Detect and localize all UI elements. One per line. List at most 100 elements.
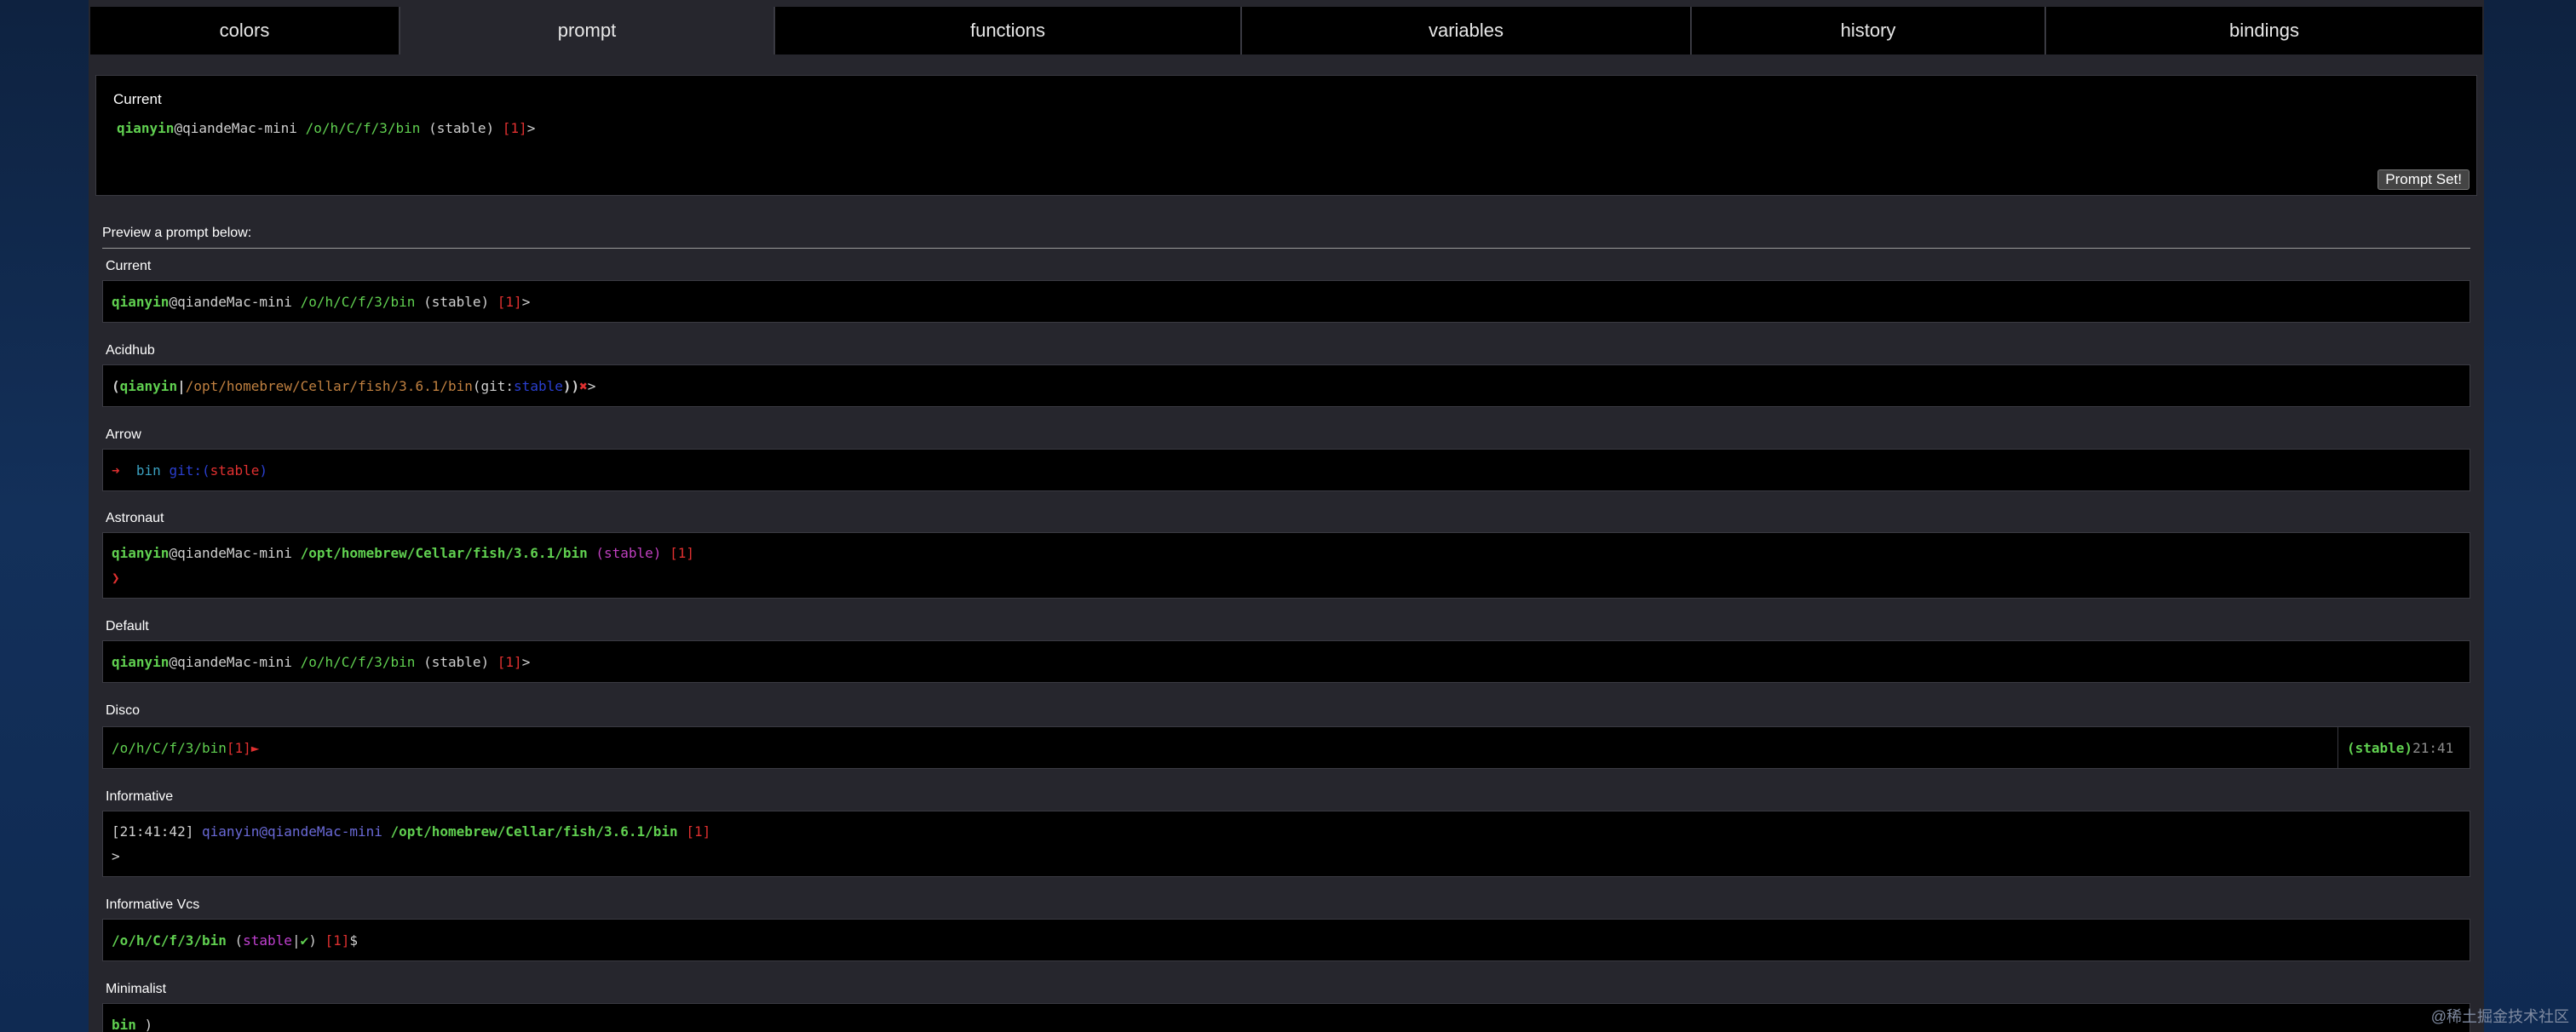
- prompt-line: bin ): [112, 1012, 2461, 1032]
- prompt-host: @qiandeMac-mini: [169, 293, 292, 310]
- prompt-line: qianyin@qiandeMac-mini /o/h/C/f/3/bin (s…: [112, 290, 2461, 314]
- prompt-user: qianyin: [117, 120, 175, 136]
- prompt-dir: bin: [135, 462, 161, 479]
- prompt-line: /o/h/C/f/3/bin (stable|✔) [1]$: [112, 928, 2461, 953]
- prompt-path: /o/h/C/f/3/bin: [300, 653, 416, 670]
- prompt-name-informative-vcs: Informative Vcs: [106, 897, 200, 912]
- prompt-line: ➜ bin git:(stable): [112, 458, 2461, 483]
- prompt-line: /o/h/C/f/3/bin[1]►: [112, 736, 2337, 760]
- prompt-char: >: [587, 377, 596, 394]
- arrow-icon: ➜: [112, 462, 120, 479]
- prompt-user: qianyin: [112, 293, 170, 310]
- prompt-status: [1]: [497, 293, 522, 310]
- prompt-name-acidhub: Acidhub: [106, 343, 155, 358]
- prompt-name-minimalist: Minimalist: [106, 982, 167, 996]
- prompt-char: >: [526, 120, 536, 136]
- prompt-status: [1]: [670, 545, 694, 561]
- prompt-char: >: [521, 653, 531, 670]
- current-prompt-title: Current: [113, 91, 162, 107]
- prompt-branch: (stable): [595, 545, 662, 561]
- prompt-open-paren: (: [112, 377, 120, 394]
- prompt-host: @qiandeMac-mini: [169, 545, 292, 561]
- prompt-close-paren: ): [308, 932, 317, 949]
- prompt-line: qianyin@qiandeMac-mini /opt/homebrew/Cel…: [112, 541, 2461, 565]
- prompt-path: /o/h/C/f/3/bin: [112, 932, 227, 949]
- prompt-git: git:(: [169, 462, 210, 479]
- prompt-preview-informative[interactable]: [21:41:42] qianyin@qiandeMac-mini /opt/h…: [102, 811, 2470, 877]
- error-icon: ✖: [579, 377, 588, 394]
- prompt-separator: |: [177, 377, 186, 394]
- prompt-line: [21:41:42] qianyin@qiandeMac-mini /opt/h…: [112, 819, 2461, 844]
- prompt-git: (git:: [472, 377, 515, 394]
- prompt-name-arrow: Arrow: [106, 427, 141, 442]
- tab-variables[interactable]: variables: [1242, 7, 1692, 54]
- prompt-status: [1]: [502, 120, 527, 136]
- prompt-name-astronaut: Astronaut: [106, 511, 164, 525]
- prompt-branch: (stable): [428, 120, 495, 136]
- prompt-branch: (stable): [423, 653, 490, 670]
- prompt-branch: stable: [243, 932, 292, 949]
- prompt-host: @qiandeMac-mini: [169, 653, 292, 670]
- prompt-name-default: Default: [106, 619, 149, 634]
- preview-label: Preview a prompt below:: [102, 226, 252, 240]
- prompt-preview-arrow[interactable]: ➜ bin git:(stable): [102, 449, 2470, 491]
- prompt-name-current: Current: [106, 259, 152, 273]
- prompt-path: /o/h/C/f/3/bin: [305, 120, 421, 136]
- prompt-dir: bin: [112, 1016, 136, 1032]
- tab-bindings[interactable]: bindings: [2046, 7, 2482, 54]
- prompt-path: /o/h/C/f/3/bin: [112, 739, 227, 756]
- prompt-branch: stable: [210, 462, 260, 479]
- prompt-close-paren: ): [259, 462, 268, 479]
- prompt-user: qianyin: [119, 377, 178, 394]
- tab-history[interactable]: history: [1692, 7, 2046, 54]
- prompt-line-2: ❯: [112, 565, 2461, 590]
- prompt-close-paren: )): [562, 377, 580, 394]
- prompt-char: >: [521, 293, 531, 310]
- prompt-time: 21:41: [2412, 739, 2454, 756]
- prompt-user: qianyin@qiandeMac-mini: [201, 823, 382, 840]
- preview-divider: [102, 248, 2470, 249]
- prompt-status: [1]: [325, 932, 350, 949]
- prompt-preview-astronaut[interactable]: qianyin@qiandeMac-mini /opt/homebrew/Cel…: [102, 532, 2470, 599]
- prompt-open-paren: (: [234, 932, 244, 949]
- prompt-user: qianyin: [112, 653, 170, 670]
- prompt-status: [1]: [497, 653, 522, 670]
- prompt-preview-disco[interactable]: /o/h/C/f/3/bin[1]►: [102, 726, 2346, 769]
- prompt-host: @qiandeMac-mini: [174, 120, 297, 136]
- tab-functions[interactable]: functions: [775, 7, 1242, 54]
- prompt-name-informative: Informative: [106, 789, 174, 804]
- current-prompt-panel: Current qianyin@qiandeMac-mini /o/h/C/f/…: [95, 75, 2477, 196]
- prompt-path: /opt/homebrew/Cellar/fish/3.6.1/bin: [390, 823, 678, 840]
- prompt-set-button[interactable]: Prompt Set!: [2378, 169, 2470, 190]
- prompt-preview-default[interactable]: qianyin@qiandeMac-mini /o/h/C/f/3/bin (s…: [102, 640, 2470, 683]
- current-prompt-line: qianyin@qiandeMac-mini /o/h/C/f/3/bin (s…: [117, 120, 535, 136]
- prompt-branch: (stable): [2347, 739, 2413, 756]
- prompt-user: qianyin: [112, 545, 170, 561]
- fish-config-app: colors prompt functions variables histor…: [89, 0, 2484, 1032]
- prompt-name-disco: Disco: [106, 703, 141, 718]
- prompt-preview-informative-vcs[interactable]: /o/h/C/f/3/bin (stable|✔) [1]$: [102, 919, 2470, 961]
- prompt-preview-current[interactable]: qianyin@qiandeMac-mini /o/h/C/f/3/bin (s…: [102, 280, 2470, 323]
- prompt-line: (qianyin|/opt/homebrew/Cellar/fish/3.6.1…: [112, 374, 2461, 398]
- prompt-char: $: [349, 932, 359, 949]
- prompt-line: qianyin@qiandeMac-mini /o/h/C/f/3/bin (s…: [112, 650, 2461, 674]
- prompt-branch: (stable): [423, 293, 490, 310]
- prompt-preview-minimalist[interactable]: bin ): [102, 1003, 2470, 1032]
- prompt-status: [1]: [686, 823, 711, 840]
- prompt-path: /opt/homebrew/Cellar/fish/3.6.1/bin: [185, 377, 473, 394]
- prompt-preview-acidhub[interactable]: (qianyin|/opt/homebrew/Cellar/fish/3.6.1…: [102, 364, 2470, 407]
- prompt-path: /o/h/C/f/3/bin: [300, 293, 416, 310]
- tab-prompt[interactable]: prompt: [400, 7, 775, 54]
- prompt-time: [21:41:42]: [112, 823, 194, 840]
- prompt-char: ►: [250, 739, 260, 756]
- tab-colors[interactable]: colors: [90, 7, 400, 54]
- prompt-path: /opt/homebrew/Cellar/fish/3.6.1/bin: [300, 545, 588, 561]
- prompt-char: >: [112, 848, 120, 864]
- check-icon: ✔: [300, 932, 309, 949]
- prompt-preview-disco-right[interactable]: (stable) 21:41: [2337, 726, 2470, 769]
- prompt-line-2: >: [112, 844, 2461, 869]
- prompt-char: ): [144, 1016, 153, 1032]
- prompt-status: [1]: [226, 739, 251, 756]
- prompt-separator: |: [291, 932, 301, 949]
- watermark: @稀土掘金技术社区: [2430, 1008, 2569, 1025]
